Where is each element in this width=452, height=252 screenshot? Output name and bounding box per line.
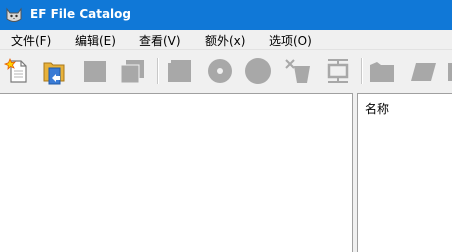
toolbar-separator <box>157 58 159 84</box>
monitor-icon <box>324 57 352 85</box>
circle-icon <box>244 57 272 85</box>
main-content: 名称 <box>0 93 452 252</box>
menu-edit[interactable]: 编辑(E) <box>75 32 116 49</box>
window-title: EF File Catalog <box>30 7 131 21</box>
stacked-squares-icon <box>165 57 193 85</box>
menu-view[interactable]: 查看(V) <box>139 32 181 49</box>
toolbar-separator <box>361 58 363 84</box>
folder-icon <box>368 57 396 85</box>
cup-icon <box>284 57 312 85</box>
stacked-squares-icon <box>118 57 146 85</box>
open-catalog-icon[interactable] <box>40 57 68 85</box>
file-list-pane[interactable]: 名称 <box>357 93 452 252</box>
cat-app-icon[interactable] <box>5 6 23 24</box>
column-header-name[interactable]: 名称 <box>365 100 389 117</box>
menu-extra[interactable]: 额外(x) <box>205 32 245 49</box>
toolbar <box>0 50 452 92</box>
tag-icon <box>409 57 437 85</box>
toolbar-overflow-icon <box>446 57 452 85</box>
catalog-tree-pane[interactable] <box>0 93 353 252</box>
square-icon <box>81 57 109 85</box>
new-catalog-icon[interactable] <box>2 57 30 85</box>
menu-options[interactable]: 选项(O) <box>269 32 312 49</box>
menu-file[interactable]: 文件(F) <box>11 32 51 49</box>
disc-icon <box>206 57 234 85</box>
title-bar: EF File Catalog <box>0 0 452 30</box>
menu-bar: 文件(F) 编辑(E) 查看(V) 额外(x) 选项(O) <box>0 30 452 50</box>
